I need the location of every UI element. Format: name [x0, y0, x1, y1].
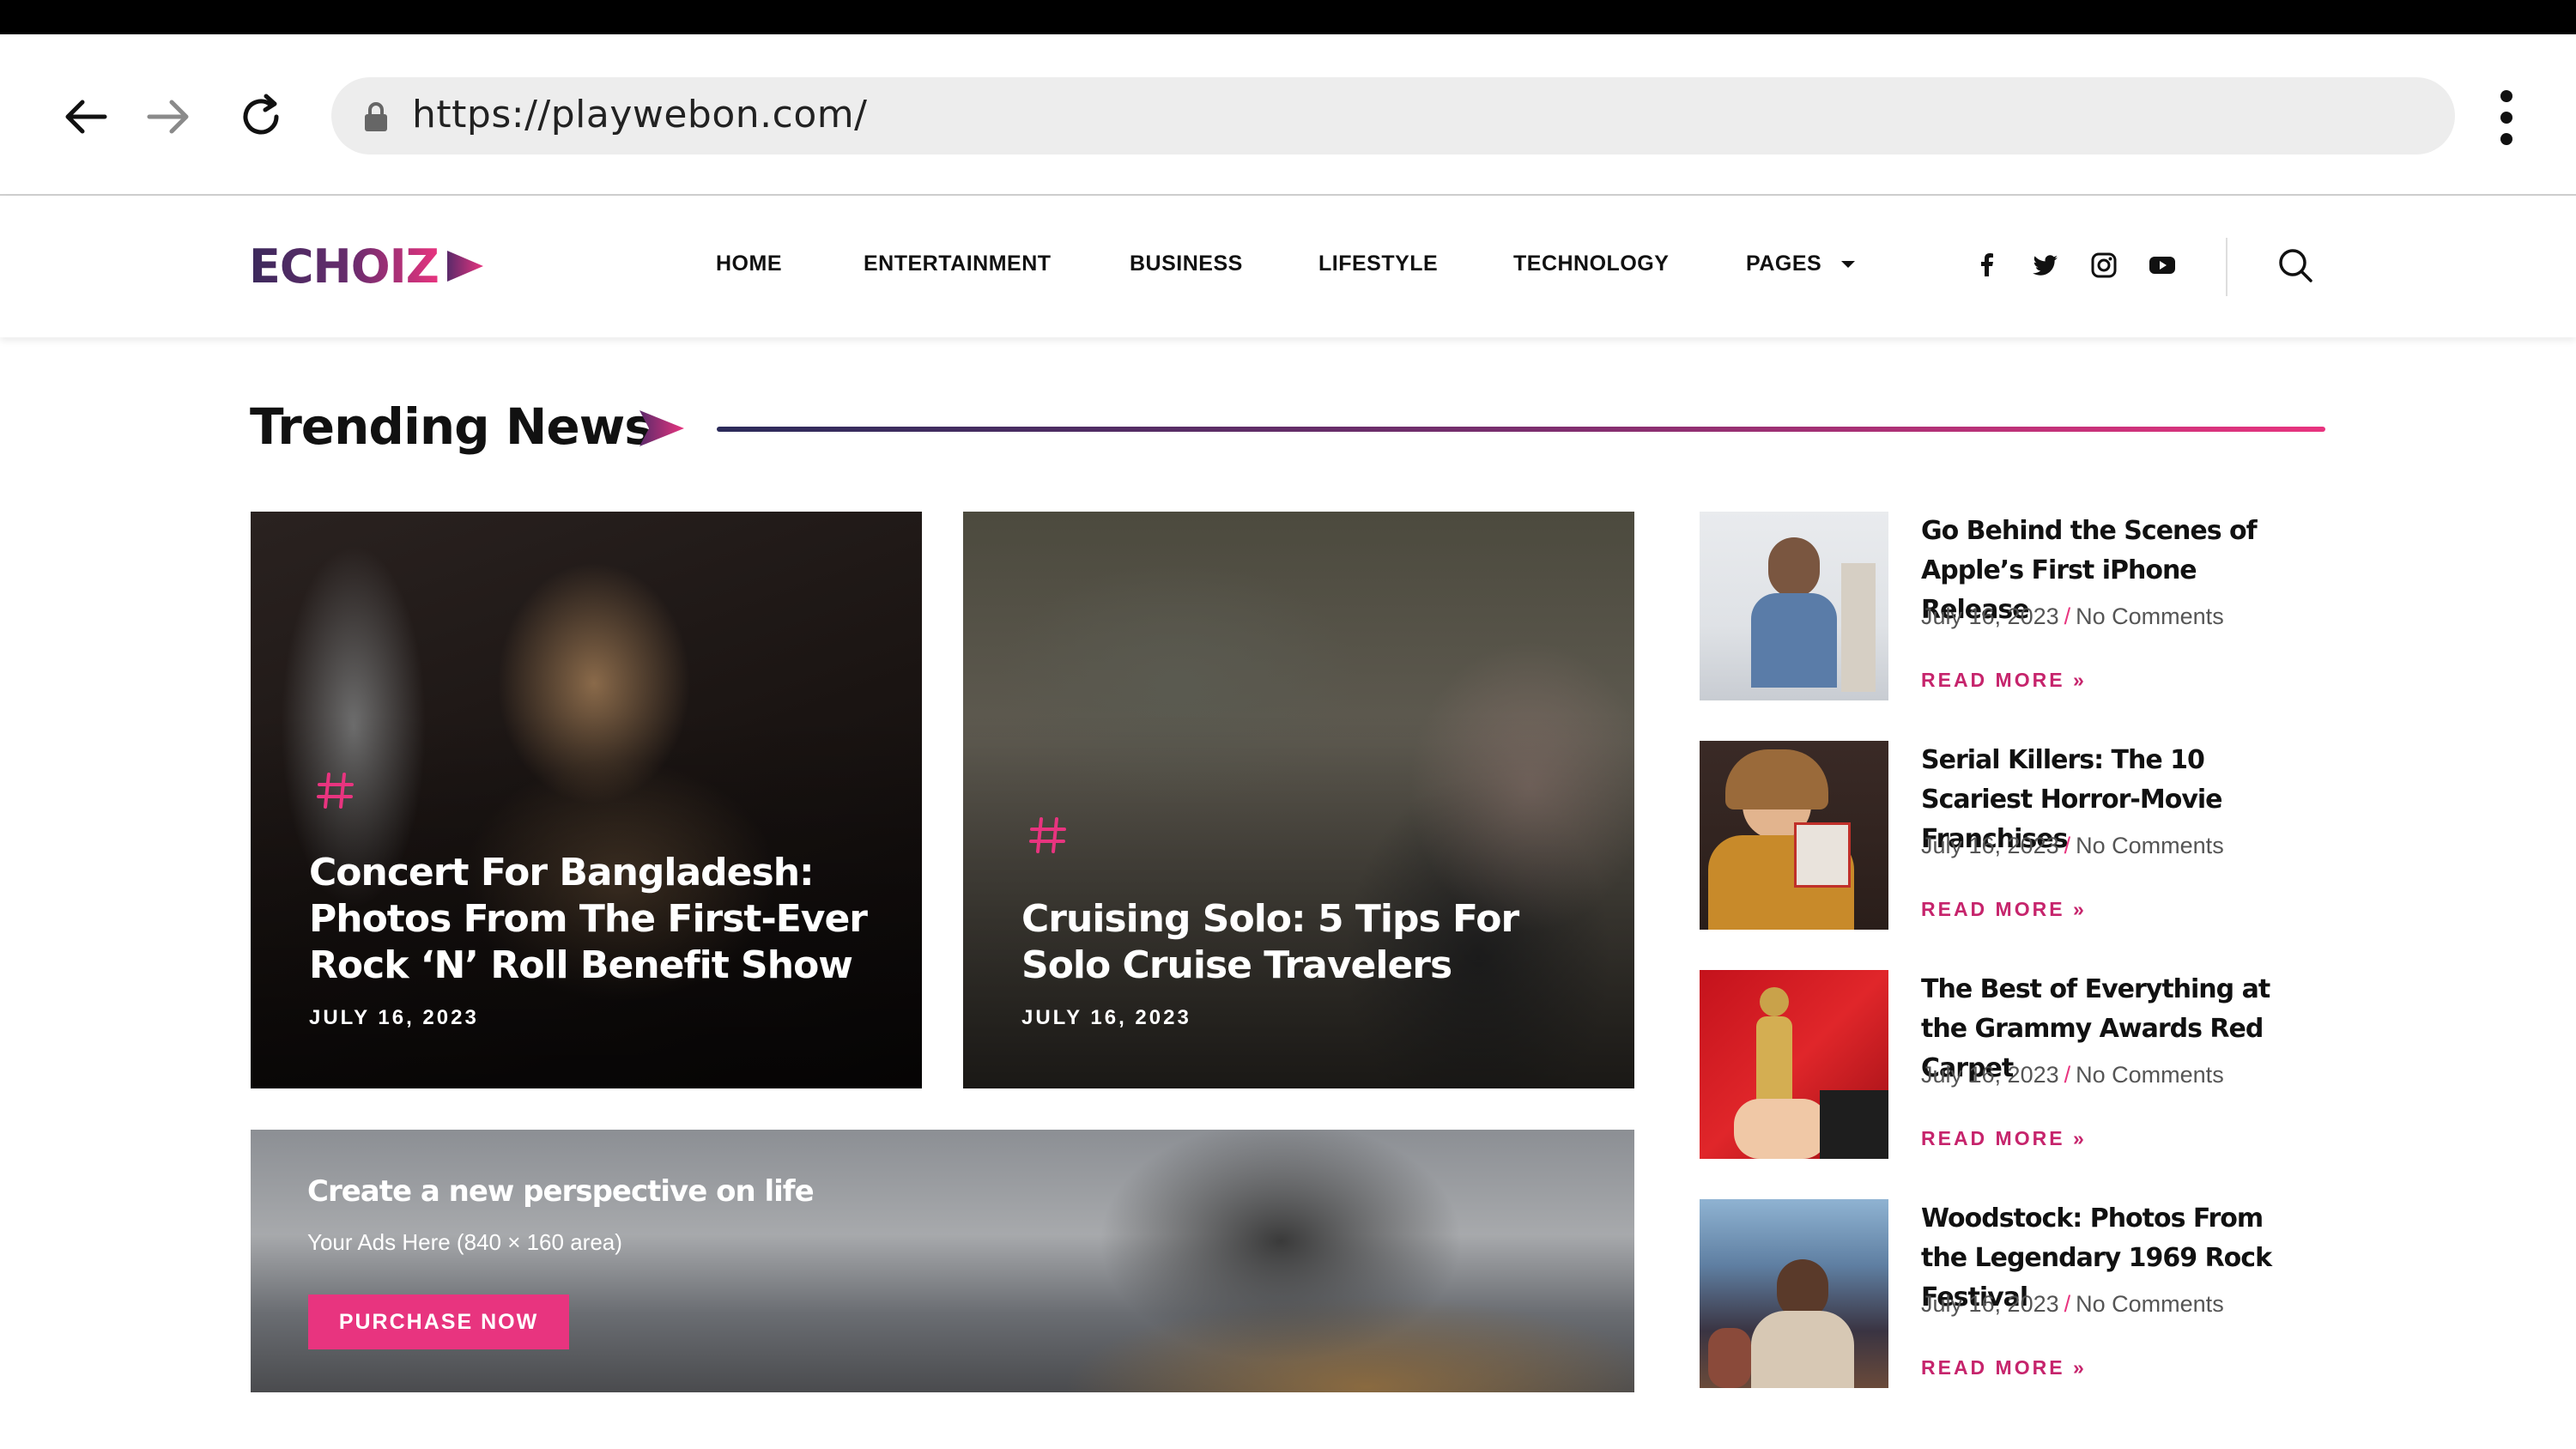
featured-card-concert[interactable]: Concert For Bangladesh: Photos From The … — [251, 512, 922, 1088]
nav-lifestyle[interactable]: LIFESTYLE — [1318, 252, 1438, 276]
side-article-date: July 16, 2023 — [1921, 1291, 2059, 1317]
side-thumbnail[interactable] — [1700, 970, 1888, 1159]
ad-title: Create a new perspective on life — [307, 1174, 815, 1209]
side-article-date: July 16, 2023 — [1921, 603, 2059, 629]
hashtag-icon — [1029, 817, 1066, 853]
side-thumbnail[interactable] — [1700, 741, 1888, 930]
logo-play-icon — [446, 251, 483, 282]
reload-icon[interactable] — [235, 91, 287, 142]
hashtag-icon — [317, 773, 354, 809]
instagram-icon[interactable] — [2089, 251, 2118, 280]
nav-business[interactable]: BUSINESS — [1130, 252, 1243, 276]
read-more-link[interactable]: READ MORE » — [1921, 1356, 2087, 1379]
facebook-icon[interactable] — [1973, 251, 2002, 280]
purchase-now-button[interactable]: PURCHASE NOW — [308, 1294, 569, 1349]
side-article-comments[interactable]: No Comments — [2076, 603, 2224, 629]
meta-separator: / — [2064, 833, 2071, 858]
card-date: JULY 16, 2023 — [309, 1006, 479, 1029]
side-article-comments[interactable]: No Comments — [2076, 833, 2224, 858]
lock-icon — [365, 102, 387, 131]
more-menu-icon[interactable] — [2496, 89, 2517, 146]
side-article-meta: July 16, 2023/No Comments — [1921, 1291, 2224, 1318]
section-title: Trending News — [250, 397, 654, 456]
read-more-link[interactable]: READ MORE » — [1921, 1127, 2087, 1150]
url-text[interactable]: https://playwebon.com/ — [412, 93, 867, 136]
card-title[interactable]: Cruising Solo: 5 Tips For Solo Cruise Tr… — [1021, 896, 1605, 989]
card-date: JULY 16, 2023 — [1021, 1006, 1191, 1029]
header-divider — [2226, 238, 2227, 296]
side-article-date: July 16, 2023 — [1921, 1062, 2059, 1088]
ad-subtitle: Your Ads Here (840 × 160 area) — [307, 1229, 622, 1255]
nav-pages-label: PAGES — [1746, 252, 1822, 276]
side-article-date: July 16, 2023 — [1921, 833, 2059, 858]
nav-technology[interactable]: TECHNOLOGY — [1513, 252, 1669, 276]
top-status-bar — [0, 0, 2576, 34]
side-article-meta: July 16, 2023/No Comments — [1921, 833, 2224, 859]
nav-entertainment[interactable]: ENTERTAINMENT — [864, 252, 1052, 276]
search-icon[interactable] — [2276, 246, 2314, 284]
side-thumbnail[interactable] — [1700, 1199, 1888, 1388]
nav-pages[interactable]: PAGES — [1746, 252, 1856, 276]
forward-arrow-icon[interactable] — [142, 91, 194, 142]
side-article-meta: July 16, 2023/No Comments — [1921, 603, 2224, 630]
site-logo[interactable]: ECHOIZ — [249, 239, 487, 294]
side-article-comments[interactable]: No Comments — [2076, 1062, 2224, 1088]
nav-home[interactable]: HOME — [716, 252, 782, 276]
side-thumbnail[interactable] — [1700, 512, 1888, 700]
side-article-meta: July 16, 2023/No Comments — [1921, 1062, 2224, 1088]
meta-separator: / — [2064, 1062, 2071, 1088]
back-arrow-icon[interactable] — [60, 91, 112, 142]
meta-separator: / — [2064, 1291, 2071, 1317]
featured-card-cruise[interactable]: Cruising Solo: 5 Tips For Solo Cruise Tr… — [963, 512, 1634, 1088]
card-title[interactable]: Concert For Bangladesh: Photos From The … — [309, 850, 893, 989]
twitter-icon[interactable] — [2031, 251, 2060, 280]
logo-text: ECHOIZ — [249, 239, 439, 294]
read-more-link[interactable]: READ MORE » — [1921, 669, 2087, 692]
section-title-underline — [717, 427, 2325, 432]
meta-separator: / — [2064, 603, 2071, 629]
ad-banner[interactable]: Create a new perspective on life Your Ad… — [251, 1130, 1634, 1392]
side-article-comments[interactable]: No Comments — [2076, 1291, 2224, 1317]
card-overlay — [963, 512, 1634, 1088]
read-more-link[interactable]: READ MORE » — [1921, 898, 2087, 921]
youtube-icon[interactable] — [2148, 251, 2177, 280]
section-play-icon — [639, 410, 684, 446]
chevron-down-icon — [1840, 261, 1855, 269]
